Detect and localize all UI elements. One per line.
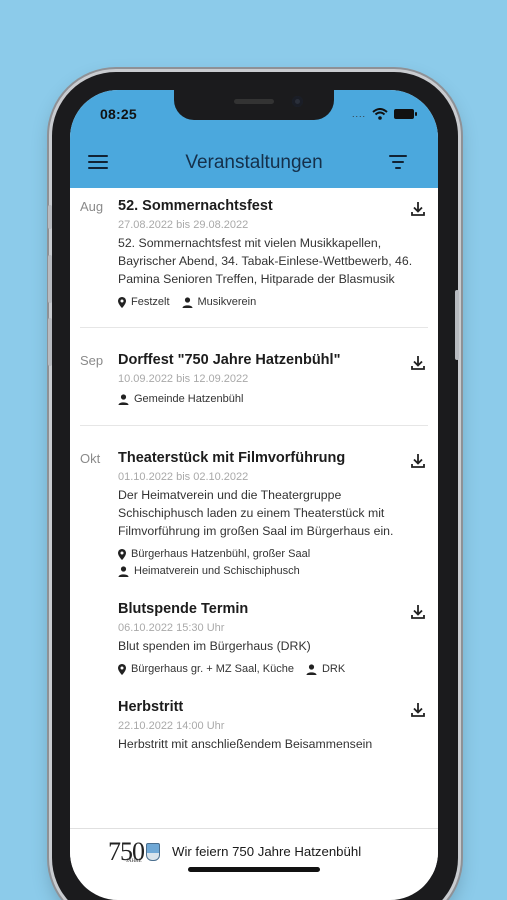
volume-up-button xyxy=(48,255,52,303)
month-group-okt: Okt Theaterstück mit Filmvorführung 01.1… xyxy=(70,426,438,753)
event-organizer: Heimatverein und Schischiphusch xyxy=(118,565,300,577)
event-date: 06.10.2022 15:30 Uhr xyxy=(118,622,225,634)
event-item[interactable]: 52. Sommernachtsfest 27.08.2022 bis 29.0… xyxy=(70,198,438,308)
event-description: Blut spenden im Bürgerhaus (DRK) xyxy=(118,639,311,653)
event-date: 27.08.2022 bis 29.08.2022 xyxy=(118,219,249,231)
filter-icon[interactable] xyxy=(388,155,408,171)
battery-icon xyxy=(394,109,417,119)
page-title: Veranstaltungen xyxy=(185,152,323,173)
location-pin-icon xyxy=(118,548,126,560)
event-meta: Gemeinde Hatzenbühl xyxy=(118,393,414,405)
event-list[interactable]: Aug 52. Sommernachtsfest 27.08.2022 bis … xyxy=(70,188,438,828)
event-title: Theaterstück mit Filmvorführung xyxy=(118,450,346,466)
event-location: Festzelt xyxy=(118,296,170,308)
event-description: 52. Sommernachtsfest mit vielen Musikkap… xyxy=(118,236,413,286)
organizer-text: Heimatverein und Schischiphusch xyxy=(134,565,300,577)
location-text: Bürgerhaus gr. + MZ Saal, Küche xyxy=(131,663,294,675)
event-location: Bürgerhaus Hatzenbühl, großer Saal xyxy=(118,548,310,560)
notch xyxy=(174,90,334,120)
person-icon xyxy=(306,663,317,675)
event-item[interactable]: Theaterstück mit Filmvorführung 01.10.20… xyxy=(70,450,438,577)
event-date: 22.10.2022 14:00 Uhr xyxy=(118,720,225,732)
event-title: Dorffest "750 Jahre Hatzenbühl" xyxy=(118,352,341,368)
organizer-text: DRK xyxy=(321,663,346,675)
person-icon xyxy=(118,393,129,405)
event-location-row: Bürgerhaus Hatzenbühl, großer Saal xyxy=(118,548,414,560)
organizer-text: Musikverein xyxy=(197,296,257,308)
event-item[interactable]: Herbstritt 22.10.2022 14:00 Uhr Herbstri… xyxy=(70,699,438,753)
status-time: 08:25 xyxy=(100,106,137,122)
event-item[interactable]: Dorffest "750 Jahre Hatzenbühl" 10.09.20… xyxy=(70,352,438,405)
organizer-text: Gemeinde Hatzenbühl xyxy=(134,393,244,405)
event-title: Herbstritt xyxy=(118,699,184,715)
front-camera xyxy=(292,96,303,107)
month-group-sep: Sep Dorffest "750 Jahre Hatzenbühl" 10.0… xyxy=(70,328,438,405)
location-text: Bürgerhaus Hatzenbühl, großer Saal xyxy=(131,548,311,560)
banner-text: Wir feiern 750 Jahre Hatzenbühl xyxy=(172,844,362,859)
toolbar: Veranstaltungen xyxy=(70,142,438,186)
earpiece-speaker xyxy=(234,99,274,104)
event-location: Bürgerhaus gr. + MZ Saal, Küche xyxy=(118,663,294,675)
event-organizer: Gemeinde Hatzenbühl xyxy=(118,393,243,405)
anniversary-logo-subtitle: JAHRE xyxy=(126,859,142,864)
event-description: Der Heimatverein und die Theatergruppe S… xyxy=(118,488,394,538)
person-icon xyxy=(182,296,193,308)
event-organizer: DRK xyxy=(306,663,345,675)
volume-down-button xyxy=(48,318,52,366)
event-organizer: Musikverein xyxy=(182,296,257,308)
location-text: Festzelt xyxy=(131,296,170,308)
event-organizer-row: Heimatverein und Schischiphusch xyxy=(118,565,414,577)
month-group-aug: Aug 52. Sommernachtsfest 27.08.2022 bis … xyxy=(70,188,438,308)
download-icon[interactable] xyxy=(410,453,426,469)
wifi-icon xyxy=(372,108,388,120)
phone-screen: 08:25 .... Veranstaltungen Aug 52. Somme… xyxy=(70,90,438,900)
crest-icon xyxy=(146,842,160,861)
download-icon[interactable] xyxy=(410,355,426,371)
status-icons: .... xyxy=(351,108,417,120)
event-item[interactable]: Blutspende Termin 06.10.2022 15:30 Uhr B… xyxy=(70,601,438,675)
home-indicator[interactable] xyxy=(188,867,320,872)
event-meta: Festzelt Musikverein xyxy=(118,296,414,308)
event-date: 01.10.2022 bis 02.10.2022 xyxy=(118,471,249,483)
person-icon xyxy=(118,565,129,577)
mute-switch xyxy=(48,205,52,229)
event-date: 10.09.2022 bis 12.09.2022 xyxy=(118,373,249,385)
event-title: 52. Sommernachtsfest xyxy=(118,198,273,214)
event-title: Blutspende Termin xyxy=(118,601,249,617)
download-icon[interactable] xyxy=(410,702,426,718)
download-icon[interactable] xyxy=(410,604,426,620)
location-pin-icon xyxy=(118,296,126,308)
event-description: Herbstritt mit anschließendem Beisammens… xyxy=(118,737,373,751)
power-button xyxy=(455,290,459,360)
download-icon[interactable] xyxy=(410,201,426,217)
location-pin-icon xyxy=(118,663,126,675)
event-meta: Bürgerhaus gr. + MZ Saal, Küche DRK xyxy=(118,663,414,675)
signal-dots: .... xyxy=(351,109,366,119)
